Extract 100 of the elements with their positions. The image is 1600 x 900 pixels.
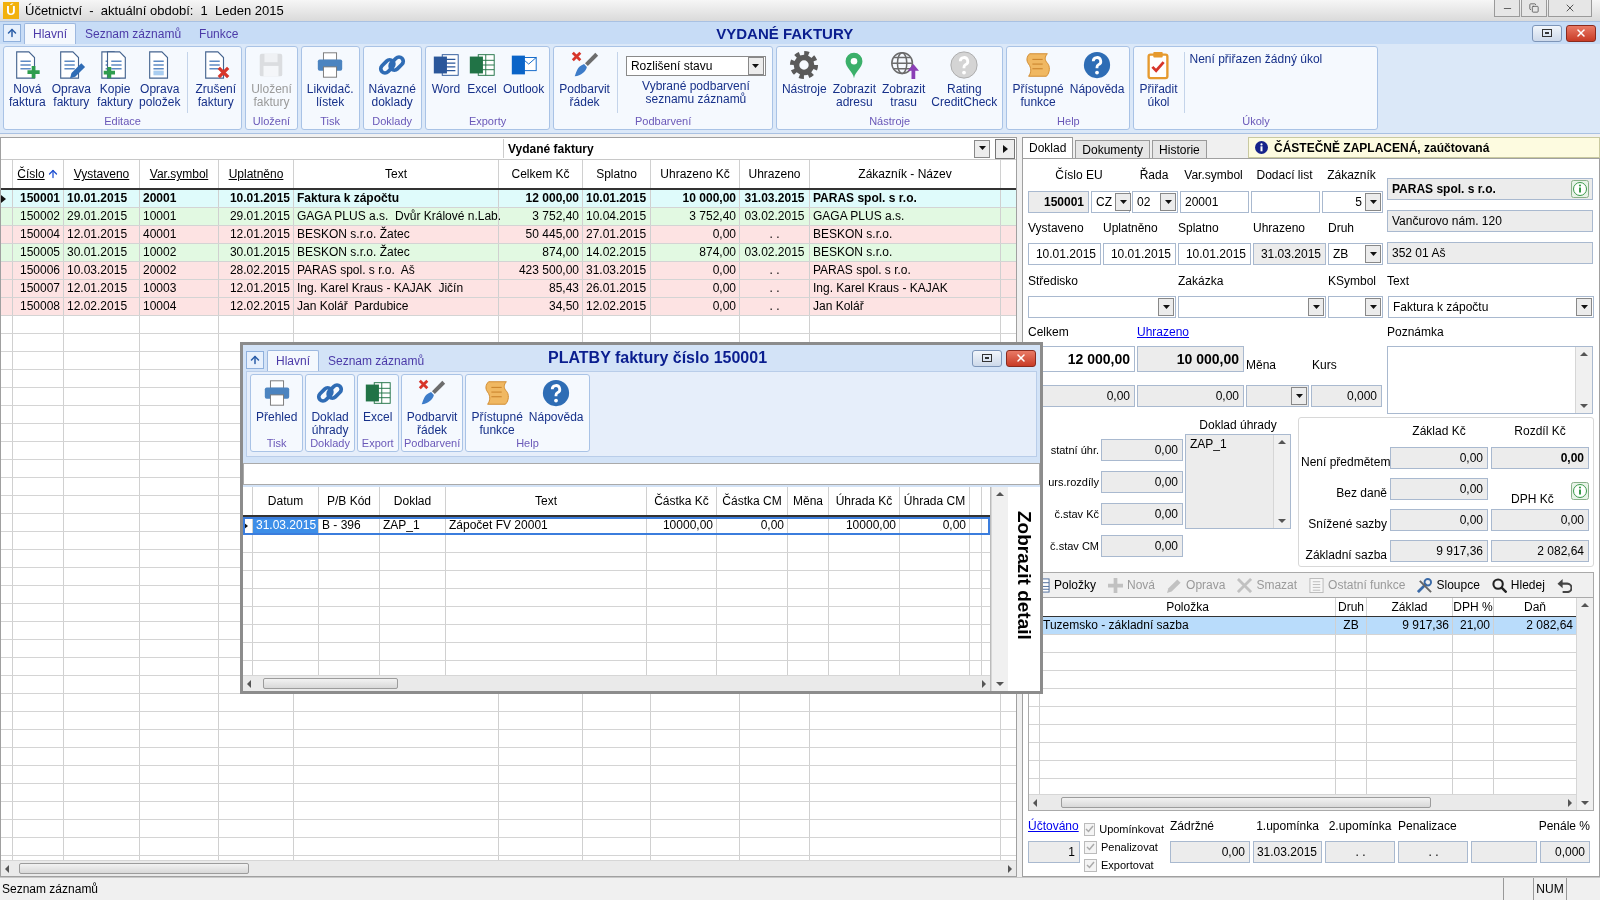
column-header[interactable]: Datum: [253, 487, 319, 515]
info-icon[interactable]: [1571, 482, 1589, 500]
ribbon-button[interactable]: Nápověda: [1066, 50, 1128, 96]
text-field[interactable]: [1251, 191, 1320, 213]
vertical-scrollbar[interactable]: [1576, 598, 1593, 810]
dropdown-field[interactable]: [1328, 296, 1383, 318]
column-header[interactable]: Uplatněno: [219, 160, 294, 188]
note-field[interactable]: [1387, 346, 1593, 414]
ribbon-button[interactable]: Podbarvit řádek: [556, 50, 613, 109]
dropdown-field[interactable]: [1028, 296, 1176, 318]
table-row[interactable]: 150005 30.01.2015 10002 30.01.2015 BESKON s.r.o. Žatec 874,00 14.02.2015 874,00 03.02.2015 BESKON s.r.o.: [1, 244, 1016, 262]
ribbon-button[interactable]: Word: [427, 50, 464, 96]
quick-access-button[interactable]: [3, 24, 21, 42]
paid-link[interactable]: Uhrazeno: [1137, 325, 1190, 339]
dropdown-field[interactable]: [1178, 296, 1326, 318]
ribbon-button[interactable]: Rating CreditCheck: [928, 50, 1001, 109]
next-button[interactable]: [995, 138, 1015, 159]
date-field[interactable]: 10.01.2015: [1103, 243, 1176, 265]
dropdown-field[interactable]: 5: [1322, 191, 1383, 213]
quick-access-button[interactable]: [246, 351, 264, 369]
column-header[interactable]: Měna: [788, 487, 829, 515]
ribbon-button[interactable]: Likvidač. lístek: [303, 50, 357, 109]
column-header[interactable]: Doklad: [380, 487, 446, 515]
column-header[interactable]: Uhrazeno Kč: [651, 160, 740, 188]
ribbon-tab[interactable]: Hlavní: [267, 350, 319, 371]
toolbar-button[interactable]: Hledej: [1491, 577, 1545, 593]
ribbon-button[interactable]: Zobrazit adresu: [829, 50, 879, 109]
ribbon-button[interactable]: Nástroje: [778, 50, 830, 96]
tab[interactable]: Dokumenty: [1075, 140, 1151, 158]
table-row[interactable]: 150008 12.02.2015 10004 12.02.2015 Jan Kolář Pardubice 34,50 12.02.2015 0,00 . . Jan Kolář: [1, 298, 1016, 316]
column-header[interactable]: Text: [446, 487, 647, 515]
toolbar-button[interactable]: [1556, 577, 1572, 593]
list-selector[interactable]: Vydané faktury: [503, 139, 991, 158]
ribbon-button[interactable]: Přístupné funkce: [468, 378, 526, 437]
table-row[interactable]: 150004 12.01.2015 40001 12.01.2015 BESKON s.r.o. Žatec 50 445,00 27.01.2015 0,00 . . BESKON s.r.o.: [1, 226, 1016, 244]
ribbon-button[interactable]: Zrušení faktury: [192, 50, 240, 109]
ribbon-tab[interactable]: Seznam záznamů: [76, 23, 191, 44]
ribbon-button[interactable]: Excel: [463, 50, 500, 96]
ribbon-button[interactable]: Excel: [359, 378, 396, 424]
restore-button[interactable]: [1532, 24, 1562, 42]
date-field[interactable]: 10.01.2015: [1028, 243, 1101, 265]
dropdown-field[interactable]: CZ: [1091, 191, 1130, 213]
column-header[interactable]: Vystaveno: [64, 160, 140, 188]
vertical-scrollbar[interactable]: [1575, 347, 1592, 413]
date-field[interactable]: 10.01.2015: [1178, 243, 1251, 265]
tab[interactable]: Historie: [1152, 140, 1207, 158]
column-header[interactable]: Základ: [1367, 598, 1453, 616]
date-field[interactable]: 31.03.2015: [1253, 243, 1326, 265]
column-header[interactable]: Var.symbol: [140, 160, 219, 188]
column-header[interactable]: Uhrazeno: [740, 160, 810, 188]
filter-field[interactable]: [243, 463, 1040, 485]
ribbon-tab[interactable]: Funkce: [190, 23, 248, 44]
column-header[interactable]: DPH %: [1453, 598, 1494, 616]
ribbon-button[interactable]: Podbarvit řádek: [403, 378, 461, 437]
horizontal-scrollbar[interactable]: [1029, 794, 1576, 810]
table-row[interactable]: 150001 10.01.2015 20001 10.01.2015 Faktura k zápočtu 12 000,00 10.01.2015 10 000,00 31.03.2015 PARAS spol. s r.o.: [1, 190, 1016, 208]
horizontal-scrollbar[interactable]: [243, 675, 990, 691]
ribbon-button[interactable]: Oprava položek: [136, 50, 184, 109]
ribbon-button[interactable]: Přiřadit úkol: [1136, 50, 1181, 109]
text-field[interactable]: 150001: [1028, 191, 1089, 213]
ribbon-button[interactable]: Zobrazit trasu: [879, 50, 929, 109]
column-header[interactable]: P/B Kód: [319, 487, 380, 515]
column-header[interactable]: Úhrada CM: [900, 487, 970, 515]
table-row[interactable]: 150002 29.01.2015 10001 29.01.2015 GAGA PLUS a.s. Dvůr Králové n.Lab. 3 752,40 10.04.2015 3 752,40 03.02.2015 GAGA PLUS a.s.: [1, 208, 1016, 226]
text-field[interactable]: 20001: [1180, 191, 1249, 213]
ribbon-button[interactable]: Nápověda: [525, 378, 587, 424]
table-row[interactable]: 150006 10.03.2015 20002 28.02.2015 PARAS spol. s r.o. Aš 423 500,00 31.03.2015 0,00 . . PARAS spol. s r.o.: [1, 262, 1016, 280]
ribbon-button[interactable]: Přehled: [253, 378, 301, 424]
ribbon-tab[interactable]: Hlavní: [24, 23, 76, 44]
column-header[interactable]: Částka CM: [717, 487, 788, 515]
restore-button[interactable]: [972, 349, 1002, 367]
dropdown[interactable]: Rozlišení stavu: [625, 56, 766, 76]
tab[interactable]: Doklad: [1022, 137, 1074, 158]
column-header[interactable]: Splatno: [583, 160, 651, 188]
ribbon-button[interactable]: Oprava faktury: [48, 50, 95, 109]
ribbon-button[interactable]: Doklad úhrady: [308, 378, 352, 437]
minimize-button[interactable]: [1494, 0, 1520, 17]
table-row[interactable]: 150007 12.01.2015 10003 12.01.2015 Ing. Karel Kraus - KAJAK Jičín 85,43 26.01.2015 0,00 . . Ing. Karel Kraus - KAJAK: [1, 280, 1016, 298]
ribbon-tab[interactable]: Seznam záznamů: [319, 350, 434, 371]
dropdown-field[interactable]: Faktura k zápočtu: [1388, 296, 1594, 318]
dropdown-field[interactable]: [1246, 385, 1309, 407]
dropdown-field[interactable]: ZB: [1328, 243, 1383, 265]
toolbar-button[interactable]: Sloupce: [1417, 577, 1480, 593]
column-header[interactable]: Číslo: [13, 160, 64, 188]
column-header[interactable]: Druh: [1336, 598, 1367, 616]
ribbon-button[interactable]: Přístupné funkce: [1009, 50, 1067, 109]
vertical-scrollbar[interactable]: [991, 487, 1008, 691]
column-header[interactable]: Zákazník - Název: [810, 160, 1001, 188]
list-item[interactable]: ZAP_1: [1190, 437, 1269, 451]
table-row[interactable]: 31.03.2015 B - 396 ZAP_1 Zápočet FV 20001 10000,00 0,00 10000,00 0,00: [243, 517, 990, 535]
horizontal-scrollbar[interactable]: [1, 860, 1016, 876]
dropdown-field[interactable]: 02: [1132, 191, 1178, 213]
ribbon-button[interactable]: Návazné doklady: [365, 50, 419, 109]
ribbon-button[interactable]: Outlook: [499, 50, 548, 96]
column-header[interactable]: Text: [294, 160, 499, 188]
column-header[interactable]: Úhrada Kč: [829, 487, 900, 515]
posted-link[interactable]: Účtováno: [1028, 819, 1080, 835]
column-header[interactable]: Částka Kč: [647, 487, 717, 515]
vertical-scrollbar[interactable]: [1273, 435, 1290, 528]
column-header[interactable]: Celkem Kč: [499, 160, 583, 188]
